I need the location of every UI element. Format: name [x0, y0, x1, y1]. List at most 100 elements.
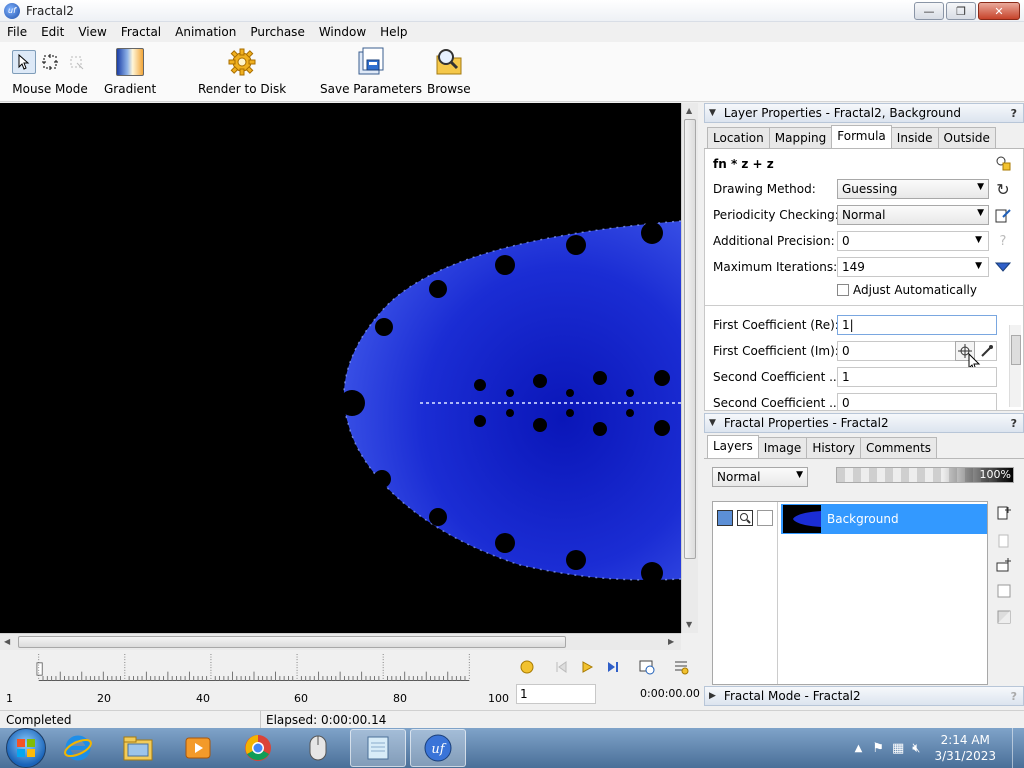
- layer-visible-icon[interactable]: [717, 510, 733, 526]
- taskbar-clock[interactable]: 2:14 AM 3/31/2023: [934, 732, 996, 764]
- tab-comments[interactable]: Comments: [860, 437, 938, 458]
- layer-thumbnail: [783, 505, 821, 533]
- formula-scrollbar[interactable]: [1009, 325, 1021, 407]
- next-frame-button[interactable]: [604, 658, 622, 676]
- precision-input[interactable]: 0 ▼: [837, 231, 989, 251]
- play-button[interactable]: [578, 658, 596, 676]
- horizontal-scroll-thumb[interactable]: [18, 636, 566, 648]
- opacity-slider[interactable]: 100%: [836, 467, 1014, 483]
- add-mask-button[interactable]: [996, 557, 1012, 576]
- menu-fractal[interactable]: Fractal: [114, 25, 168, 39]
- tab-image[interactable]: Image: [757, 437, 808, 458]
- record-keyframe-button[interactable]: [518, 658, 536, 676]
- menu-animation[interactable]: Animation: [168, 25, 243, 39]
- tab-mapping[interactable]: Mapping: [768, 127, 833, 148]
- tick-label: 100: [488, 692, 509, 705]
- taskbar-chrome[interactable]: [230, 729, 286, 767]
- iterations-input[interactable]: 149 ▼: [837, 257, 989, 277]
- timeline-ruler[interactable]: [8, 654, 500, 684]
- taskbar-mouse-settings[interactable]: [290, 729, 346, 767]
- adjust-automatically-checkbox[interactable]: [837, 284, 849, 296]
- render-to-disk-button[interactable]: Render to Disk: [198, 46, 286, 96]
- previous-frame-button[interactable]: [552, 658, 570, 676]
- first-coefficient-re-input[interactable]: 1|: [837, 315, 997, 335]
- tab-location[interactable]: Location: [707, 127, 770, 148]
- layers-list[interactable]: Background: [712, 501, 988, 685]
- help-icon[interactable]: ?: [1011, 690, 1017, 703]
- frame-number-input[interactable]: 1: [516, 684, 596, 704]
- second-coefficient-input[interactable]: 1: [837, 367, 997, 387]
- action-center-icon[interactable]: ⚑: [872, 741, 884, 756]
- blend-mode-select[interactable]: Normal ▼: [712, 467, 808, 487]
- layer-properties-header[interactable]: ▼ Layer Properties - Fractal2, Backgroun…: [704, 103, 1024, 123]
- gradient-icon: [116, 48, 145, 76]
- taskbar-media-player[interactable]: [170, 729, 226, 767]
- second-coefficient-2-input[interactable]: 0: [837, 393, 997, 410]
- formula-browse-button[interactable]: [995, 155, 1011, 171]
- delete-layer-button[interactable]: [996, 609, 1012, 628]
- system-tray: ▲ ⚑ ▦ 🔇︎ 2:14 AM 3/31/2023: [855, 728, 1024, 768]
- fractal-canvas[interactable]: [0, 103, 681, 633]
- menu-purchase[interactable]: Purchase: [243, 25, 312, 39]
- edit-formula-button[interactable]: [995, 207, 1011, 223]
- save-parameters-button[interactable]: Save Parameters: [320, 46, 422, 96]
- vertical-scroll-thumb[interactable]: [684, 119, 696, 559]
- taskbar-explorer[interactable]: [110, 729, 166, 767]
- taskbar-ultra-fractal[interactable]: uf: [410, 729, 466, 767]
- merge-layer-button[interactable]: [996, 583, 1012, 602]
- ultra-fractal-icon: uf: [424, 734, 452, 762]
- tab-layers[interactable]: Layers: [707, 435, 759, 458]
- formula-scroll-thumb[interactable]: [1011, 335, 1021, 365]
- title-bar: uf Fractal2 — ❐ ✕: [0, 0, 1024, 22]
- taskbar-internet-explorer[interactable]: [50, 729, 106, 767]
- collapse-triangle-icon: ▼: [709, 108, 716, 118]
- opacity-value: 100%: [979, 468, 1011, 481]
- fractal-properties-header[interactable]: ▼ Fractal Properties - Fractal2 ?: [704, 413, 1024, 433]
- new-layer-button[interactable]: [996, 505, 1012, 524]
- drawing-method-value: Guessing: [842, 182, 898, 196]
- copy-layer-icon: [998, 534, 1009, 548]
- duplicate-layer-button[interactable]: [996, 533, 1012, 552]
- tab-inside[interactable]: Inside: [890, 127, 939, 148]
- select-tool-button[interactable]: [38, 50, 62, 74]
- menu-window[interactable]: Window: [312, 25, 373, 39]
- help-icon[interactable]: ?: [1011, 417, 1017, 430]
- layer-lock-checkbox[interactable]: [757, 510, 773, 526]
- tab-outside[interactable]: Outside: [937, 127, 996, 148]
- formula-tab-content: fn * z + z Drawing Method: Guessing ▼ ↻ P…: [704, 149, 1024, 411]
- pointer-tool-button[interactable]: [12, 50, 36, 74]
- refresh-button[interactable]: ↻: [995, 180, 1011, 199]
- menu-edit[interactable]: Edit: [34, 25, 71, 39]
- column-divider: [777, 502, 778, 684]
- expand-parameters-button[interactable]: [995, 259, 1011, 275]
- tab-formula[interactable]: Formula: [831, 125, 892, 148]
- start-button[interactable]: [6, 728, 46, 768]
- gradient-button[interactable]: Gradient: [104, 46, 156, 96]
- keyframes-button[interactable]: [672, 658, 690, 676]
- close-button[interactable]: ✕: [978, 2, 1020, 20]
- taskbar-notepad[interactable]: [350, 729, 406, 767]
- parameter-help-button[interactable]: ?: [995, 233, 1011, 249]
- browse-button[interactable]: Browse: [427, 46, 471, 96]
- canvas-horizontal-scrollbar[interactable]: ◀ ▶: [0, 633, 681, 650]
- show-desktop-button[interactable]: [1012, 728, 1024, 768]
- media-player-icon: [185, 737, 211, 759]
- drawing-method-select[interactable]: Guessing ▼: [837, 179, 989, 199]
- layer-row-background[interactable]: Background: [781, 504, 987, 534]
- show-hidden-icons[interactable]: ▲: [855, 743, 863, 754]
- menu-help[interactable]: Help: [373, 25, 414, 39]
- layer-zoom-button[interactable]: [737, 510, 753, 526]
- menu-file[interactable]: File: [0, 25, 34, 39]
- animation-settings-button[interactable]: [638, 658, 656, 676]
- network-icon[interactable]: ▦: [892, 741, 904, 756]
- volume-muted-icon[interactable]: 🔇︎: [912, 741, 920, 756]
- tab-history[interactable]: History: [806, 437, 862, 458]
- menu-view[interactable]: View: [71, 25, 113, 39]
- help-icon[interactable]: ?: [1011, 107, 1017, 120]
- minimize-button[interactable]: —: [914, 2, 944, 20]
- fractal-mode-header[interactable]: ▶ Fractal Mode - Fractal2 ?: [704, 686, 1024, 706]
- maximize-button[interactable]: ❐: [946, 2, 976, 20]
- canvas-vertical-scrollbar[interactable]: ▲ ▼: [681, 103, 698, 633]
- periodicity-select[interactable]: Normal ▼: [837, 205, 989, 225]
- right-panel: ▼ Layer Properties - Fractal2, Backgroun…: [704, 103, 1024, 710]
